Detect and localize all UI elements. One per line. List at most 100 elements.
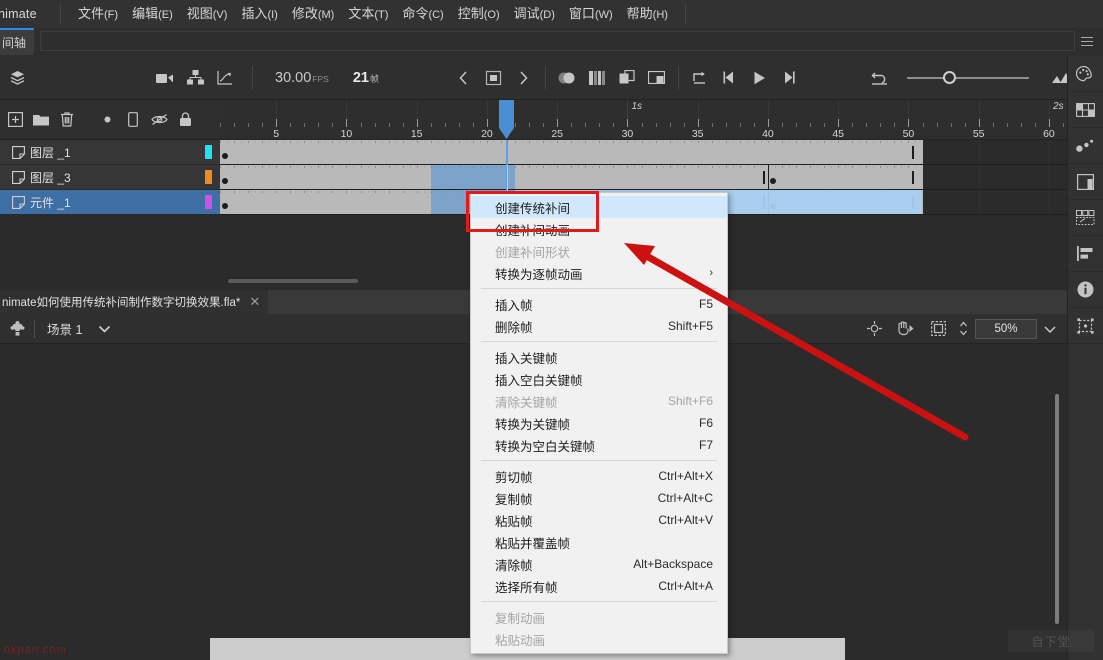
context-menu-item[interactable]: 粘贴帧 Ctrl+Alt+V <box>471 509 727 531</box>
layer-row[interactable]: 元件 _1 <box>0 190 220 215</box>
menu-item-0[interactable]: 文件(F) <box>71 2 125 27</box>
slider-knob[interactable] <box>942 70 956 84</box>
new-folder-icon[interactable] <box>28 107 54 133</box>
frame-context-menu[interactable]: 创建传统补间 创建补间动画 创建补间形状 转换为逐帧动画 › 插入帧 F5 删除帧 Shift+… <box>470 192 728 654</box>
dot-icon[interactable] <box>94 107 120 133</box>
modify-onion-markers-icon[interactable] <box>642 63 672 93</box>
step-back-icon[interactable] <box>715 63 745 93</box>
mobile-icon[interactable] <box>120 107 146 133</box>
ruler-tick <box>992 123 994 127</box>
context-menu-item[interactable]: 转换为空白关键帧 F7 <box>471 434 727 456</box>
ruler-tick <box>894 123 896 127</box>
menu-item-2[interactable]: 视图(V) <box>180 2 235 27</box>
panel-menu-icon[interactable] <box>1075 28 1099 55</box>
layer-color-swatch[interactable] <box>205 170 212 184</box>
loop-icon[interactable] <box>685 63 715 93</box>
ruler-tick <box>529 123 531 127</box>
menu-item-10[interactable]: 帮助(H) <box>620 2 675 27</box>
context-menu-item[interactable]: 复制帧 Ctrl+Alt+C <box>471 487 727 509</box>
next-keyframe-icon[interactable] <box>509 63 539 93</box>
menu-item-3[interactable]: 插入(I) <box>234 2 284 27</box>
layer-color-swatch[interactable] <box>205 195 212 209</box>
align-icon[interactable] <box>1067 236 1103 272</box>
context-menu-item[interactable]: 插入空白关键帧 <box>471 368 727 390</box>
stepper-icon[interactable] <box>955 316 971 342</box>
context-menu-item[interactable]: 插入关键帧 <box>471 346 727 368</box>
ruler-frame-number: 20 <box>481 128 493 140</box>
menu-item-9[interactable]: 窗口(W) <box>562 2 620 27</box>
frame-span[interactable] <box>220 165 923 189</box>
menu-item-6[interactable]: 命令(C) <box>395 2 450 27</box>
keyframe-marker[interactable] <box>222 178 228 184</box>
lock-layers-icon[interactable] <box>172 107 198 133</box>
rotate-icon[interactable] <box>891 316 921 342</box>
frame-selection-overlay[interactable] <box>430 165 516 189</box>
menu-item-8[interactable]: 调试(D) <box>507 2 562 27</box>
timeline-hscroll-thumb[interactable] <box>228 279 358 283</box>
chevron-down-icon[interactable] <box>98 320 111 338</box>
frame-span[interactable] <box>220 140 923 164</box>
onion-skin-outlines-icon[interactable] <box>582 63 612 93</box>
menu-item-7[interactable]: 控制(O) <box>451 2 507 27</box>
camera-icon[interactable] <box>150 63 180 93</box>
timeline-ruler[interactable]: 1s 2s 5 10 15 20 25 30 35 40 45 50 55 60 <box>220 100 1067 140</box>
layer-parenting-icon[interactable] <box>180 63 210 93</box>
new-layer-icon[interactable] <box>2 107 28 133</box>
current-frame-display[interactable]: 21 帧 <box>353 70 379 86</box>
context-menu-item[interactable]: 选择所有帧 Ctrl+Alt+A <box>471 575 727 597</box>
document-tab[interactable]: nimate如何使用传统补间制作数字切换效果.fla* ✕ <box>0 290 269 314</box>
fps-display[interactable]: 30.00 FPS <box>275 70 329 86</box>
layer-row[interactable]: 图层 _1 <box>0 140 220 165</box>
add-keyframe-icon[interactable] <box>479 63 509 93</box>
frame-row[interactable] <box>220 140 1067 165</box>
graph-editor-icon[interactable] <box>210 63 240 93</box>
zoom-level-input[interactable]: 50% <box>975 318 1037 339</box>
zoom-dropdown-chevron-down-icon[interactable] <box>1039 320 1061 338</box>
motion-dots-icon[interactable] <box>1067 128 1103 164</box>
context-menu-item[interactable]: 插入帧 F5 <box>471 293 727 315</box>
library-icon[interactable] <box>1067 200 1103 236</box>
menu-item-5[interactable]: 文本(T) <box>341 2 395 27</box>
step-forward-icon[interactable] <box>775 63 805 93</box>
context-menu-item[interactable]: 创建传统补间 <box>471 196 727 218</box>
stage-vscrollbar-thumb[interactable] <box>1055 394 1059 624</box>
context-menu-item[interactable]: 删除帧 Shift+F5 <box>471 315 727 337</box>
layer-row[interactable]: 图层 _3 <box>0 165 220 190</box>
transform-icon[interactable] <box>1067 308 1103 344</box>
edit-multiple-frames-icon[interactable] <box>612 63 642 93</box>
hide-layers-icon[interactable] <box>146 107 172 133</box>
grid-swatches-icon[interactable] <box>1067 92 1103 128</box>
context-menu-item[interactable]: 转换为关键帧 F6 <box>471 412 727 434</box>
context-menu-item[interactable]: 剪切帧 Ctrl+Alt+X <box>471 465 727 487</box>
context-menu-item-label: 粘贴帧 <box>495 514 533 529</box>
play-icon[interactable] <box>745 63 775 93</box>
frame-row[interactable] <box>220 165 1067 190</box>
context-menu-item[interactable]: 清除帧 Alt+Backspace <box>471 553 727 575</box>
close-icon[interactable]: ✕ <box>249 294 260 310</box>
layer-list-empty-area <box>0 215 220 276</box>
tab-timeline[interactable]: 间轴 <box>0 28 35 55</box>
layer-color-swatch[interactable] <box>205 145 212 159</box>
context-menu-item[interactable]: 创建补间动画 <box>471 218 727 240</box>
onion-skin-icon[interactable] <box>552 63 582 93</box>
undo-icon[interactable] <box>865 63 895 93</box>
color-palette-icon[interactable] <box>1067 56 1103 92</box>
prev-keyframe-icon[interactable] <box>449 63 479 93</box>
center-frame-icon[interactable] <box>859 316 889 342</box>
frame-square-icon[interactable] <box>1067 164 1103 200</box>
layers-icon[interactable] <box>2 63 32 93</box>
keyframe-marker[interactable] <box>222 203 228 209</box>
menu-item-4[interactable]: 修改(M) <box>285 2 342 27</box>
context-menu-item[interactable]: 转换为逐帧动画 › <box>471 262 727 284</box>
keyframe-marker[interactable] <box>222 153 228 159</box>
context-menu-item[interactable]: 粘贴并覆盖帧 <box>471 531 727 553</box>
delete-layer-icon[interactable] <box>54 107 80 133</box>
scene-name-label[interactable]: 场景 1 <box>47 319 82 338</box>
info-icon[interactable] <box>1067 272 1103 308</box>
keyframe-marker[interactable] <box>769 178 776 184</box>
menu-item-1[interactable]: 编辑(E) <box>125 2 180 27</box>
clip-content-icon[interactable] <box>923 316 953 342</box>
edit-scene-icon[interactable] <box>0 321 34 336</box>
frame-size-slider[interactable] <box>906 68 1029 88</box>
playhead-marker[interactable] <box>499 100 514 139</box>
